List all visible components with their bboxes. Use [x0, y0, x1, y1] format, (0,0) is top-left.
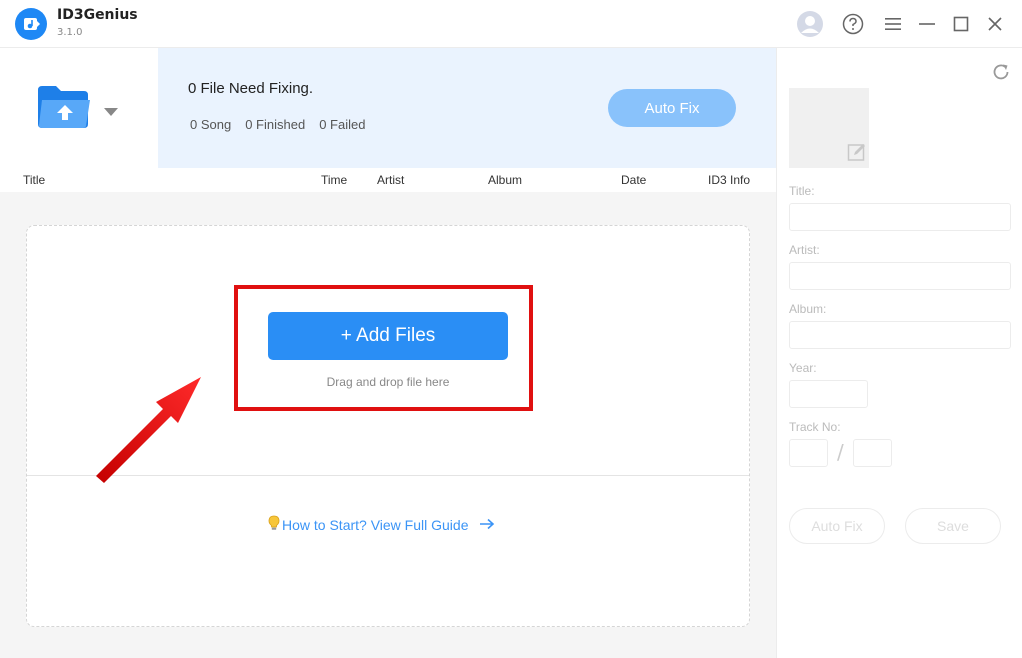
album-label: Album: — [789, 302, 827, 316]
status-title: 0 File Need Fixing. — [188, 80, 314, 97]
song-count: 0 Song — [190, 117, 232, 132]
help-icon[interactable] — [839, 10, 867, 38]
album-cover[interactable] — [789, 88, 869, 168]
app-name: ID3Genius — [57, 7, 138, 23]
maximize-icon[interactable] — [947, 10, 975, 38]
column-id3-info[interactable]: ID3 Info — [708, 173, 750, 187]
refresh-icon[interactable] — [991, 62, 1011, 86]
year-label: Year: — [789, 361, 817, 375]
auto-fix-button[interactable]: Auto Fix — [608, 89, 736, 127]
track-number-input[interactable] — [789, 439, 828, 467]
minimize-icon[interactable] — [913, 10, 941, 38]
status-panel: 0 File Need Fixing. 0 Song 0 Finished 0 … — [158, 48, 776, 168]
track-total-input[interactable] — [853, 439, 892, 467]
title-input[interactable] — [789, 203, 1011, 231]
panel-auto-fix-button[interactable]: Auto Fix — [789, 508, 885, 544]
failed-count: 0 Failed — [319, 117, 366, 132]
import-toolbar — [0, 48, 158, 168]
file-list-area: + Add Files Drag and drop file here How … — [0, 192, 776, 658]
finished-count: 0 Finished — [245, 117, 306, 132]
column-album[interactable]: Album — [488, 173, 522, 187]
track-separator: / — [837, 440, 844, 464]
album-input[interactable] — [789, 321, 1011, 349]
save-button[interactable]: Save — [905, 508, 1001, 544]
column-artist[interactable]: Artist — [377, 173, 404, 187]
app-version: 3.1.0 — [57, 27, 83, 38]
close-icon[interactable] — [981, 10, 1009, 38]
table-header: Title Time Artist Album Date ID3 Info — [0, 168, 776, 192]
folder-upload-icon[interactable] — [36, 84, 92, 134]
menu-icon[interactable] — [879, 10, 907, 38]
artist-label: Artist: — [789, 243, 820, 257]
column-time[interactable]: Time — [321, 173, 347, 187]
tag-editor-panel: Title: Artist: Album: Year: Track No: / … — [776, 48, 1022, 658]
title-label: Title: — [789, 184, 815, 198]
column-date[interactable]: Date — [621, 173, 646, 187]
import-dropdown-icon[interactable] — [104, 108, 118, 116]
column-title[interactable]: Title — [23, 173, 45, 187]
artist-input[interactable] — [789, 262, 1011, 290]
title-bar: ID3Genius 3.1.0 — [0, 0, 1022, 48]
track-label: Track No: — [789, 420, 841, 434]
app-logo-icon — [15, 8, 47, 40]
year-input[interactable] — [789, 380, 868, 408]
status-counts: 0 Song 0 Finished 0 Failed — [190, 117, 365, 132]
avatar-icon[interactable] — [796, 10, 824, 38]
edit-cover-icon[interactable] — [847, 142, 867, 166]
